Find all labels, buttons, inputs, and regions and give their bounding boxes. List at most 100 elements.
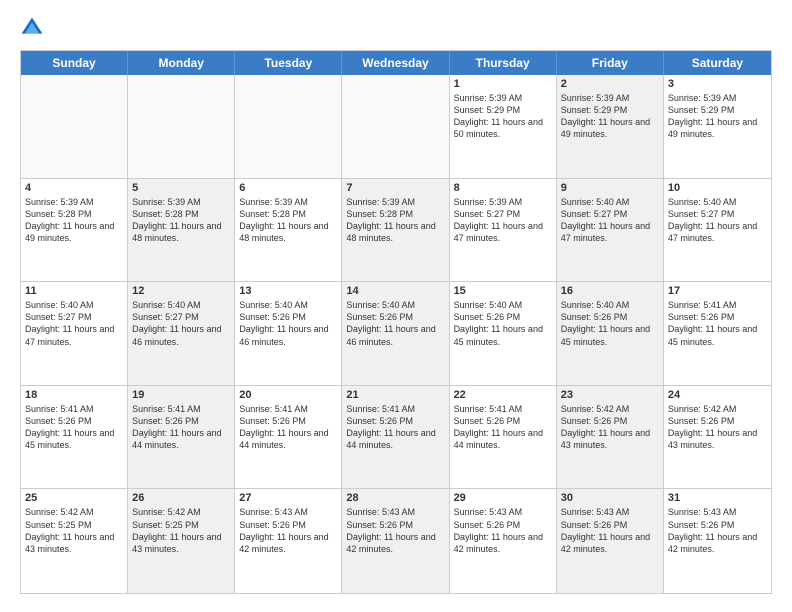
calendar-cell: 9Sunrise: 5:40 AMSunset: 5:27 PMDaylight… xyxy=(557,179,664,282)
day-number: 20 xyxy=(239,389,337,401)
logo-icon xyxy=(20,16,44,40)
calendar-cell: 24 Sunrise: 5:42 AMSunset: 5:26 PMDayligh… xyxy=(664,386,771,489)
cell-text: Sunrise: 5:40 AMSunset: 5:26 PMDaylight:… xyxy=(346,299,444,348)
cell-text: Sunrise: 5:41 AMSunset: 5:26 PMDaylight:… xyxy=(346,403,444,452)
day-number: 29 xyxy=(454,492,552,504)
day-header-wednesday: Wednesday xyxy=(342,51,449,75)
cell-text: Sunrise: 5:39 AMSunset: 5:28 PMDaylight:… xyxy=(25,196,123,245)
cell-text: Sunrise: 5:40 AMSunset: 5:27 PMDaylight:… xyxy=(25,299,123,348)
cell-text: Sunrise: 5:43 AMSunset: 5:26 PMDaylight:… xyxy=(561,506,659,555)
cell-text: Sunrise: 5:41 AMSunset: 5:26 PMDaylight:… xyxy=(25,403,123,452)
calendar-cell: 3 Sunrise: 5:39 AMSunset: 5:29 PMDaylight… xyxy=(664,75,771,178)
day-number: 31 xyxy=(668,492,767,504)
calendar-cell: 20 Sunrise: 5:41 AMSunset: 5:26 PMDayligh… xyxy=(235,386,342,489)
calendar-cell: 25 Sunrise: 5:42 AMSunset: 5:25 PMDayligh… xyxy=(21,489,128,593)
cell-text: Sunrise: 5:39 AMSunset: 5:29 PMDaylight:… xyxy=(454,92,552,141)
calendar-cell: 8 Sunrise: 5:39 AMSunset: 5:27 PMDaylight… xyxy=(450,179,557,282)
day-number: 19 xyxy=(132,389,230,401)
calendar-cell: 7 Sunrise: 5:39 AMSunset: 5:28 PMDaylight… xyxy=(342,179,449,282)
day-number: 22 xyxy=(454,389,552,401)
day-number: 14 xyxy=(346,285,444,297)
cell-text: Sunrise: 5:40 AMSunset: 5:27 PMDaylight:… xyxy=(132,299,230,348)
day-number: 11 xyxy=(25,285,123,297)
calendar-cell: 19 Sunrise: 5:41 AMSunset: 5:26 PMDayligh… xyxy=(128,386,235,489)
day-number: 28 xyxy=(346,492,444,504)
day-number: 18 xyxy=(25,389,123,401)
calendar-cell: 27 Sunrise: 5:43 AMSunset: 5:26 PMDayligh… xyxy=(235,489,342,593)
day-number: 1 xyxy=(454,78,552,90)
day-number: 30 xyxy=(561,492,659,504)
calendar-cell: 15 Sunrise: 5:40 AMSunset: 5:26 PMDayligh… xyxy=(450,282,557,385)
calendar-cell: 12 Sunrise: 5:40 AMSunset: 5:27 PMDayligh… xyxy=(128,282,235,385)
calendar-row-1: 1 Sunrise: 5:39 AMSunset: 5:29 PMDaylight… xyxy=(21,75,771,179)
calendar-cell: 26Sunrise: 5:42 AMSunset: 5:25 PMDayligh… xyxy=(128,489,235,593)
cell-text: Sunrise: 5:41 AMSunset: 5:26 PMDaylight:… xyxy=(132,403,230,452)
day-number: 13 xyxy=(239,285,337,297)
calendar-cell: 14 Sunrise: 5:40 AMSunset: 5:26 PMDayligh… xyxy=(342,282,449,385)
day-number: 25 xyxy=(25,492,123,504)
calendar-cell: 16 Sunrise: 5:40 AMSunset: 5:26 PMDayligh… xyxy=(557,282,664,385)
cell-text: Sunrise: 5:39 AMSunset: 5:29 PMDaylight:… xyxy=(561,92,659,141)
calendar-row-5: 25 Sunrise: 5:42 AMSunset: 5:25 PMDayligh… xyxy=(21,489,771,593)
cell-text: Sunrise: 5:41 AMSunset: 5:26 PMDaylight:… xyxy=(668,299,767,348)
day-header-saturday: Saturday xyxy=(664,51,771,75)
day-number: 27 xyxy=(239,492,337,504)
day-number: 8 xyxy=(454,182,552,194)
day-number: 3 xyxy=(668,78,767,90)
logo xyxy=(20,16,46,40)
cell-text: Sunrise: 5:40 AMSunset: 5:27 PMDaylight:… xyxy=(668,196,767,245)
calendar: SundayMondayTuesdayWednesdayThursdayFrid… xyxy=(20,50,772,594)
cell-text: Sunrise: 5:43 AMSunset: 5:26 PMDaylight:… xyxy=(239,506,337,555)
cell-text: Sunrise: 5:39 AMSunset: 5:28 PMDaylight:… xyxy=(132,196,230,245)
calendar-cell xyxy=(235,75,342,178)
calendar-cell xyxy=(21,75,128,178)
cell-text: Sunrise: 5:39 AMSunset: 5:29 PMDaylight:… xyxy=(668,92,767,141)
day-number: 24 xyxy=(668,389,767,401)
day-number: 21 xyxy=(346,389,444,401)
day-number: 15 xyxy=(454,285,552,297)
calendar-cell: 11 Sunrise: 5:40 AMSunset: 5:27 PMDayligh… xyxy=(21,282,128,385)
calendar-cell: 5 Sunrise: 5:39 AMSunset: 5:28 PMDaylight… xyxy=(128,179,235,282)
calendar-cell: 18 Sunrise: 5:41 AMSunset: 5:26 PMDayligh… xyxy=(21,386,128,489)
calendar-cell: 23 Sunrise: 5:42 AMSunset: 5:26 PMDayligh… xyxy=(557,386,664,489)
calendar-cell: 22 Sunrise: 5:41 AMSunset: 5:26 PMDayligh… xyxy=(450,386,557,489)
cell-text: Sunrise: 5:40 AMSunset: 5:26 PMDaylight:… xyxy=(239,299,337,348)
day-number: 4 xyxy=(25,182,123,194)
day-number: 7 xyxy=(346,182,444,194)
calendar-cell: 13 Sunrise: 5:40 AMSunset: 5:26 PMDayligh… xyxy=(235,282,342,385)
day-header-friday: Friday xyxy=(557,51,664,75)
cell-text: Sunrise: 5:43 AMSunset: 5:26 PMDaylight:… xyxy=(454,506,552,555)
day-header-monday: Monday xyxy=(128,51,235,75)
cell-text: Sunrise: 5:39 AMSunset: 5:28 PMDaylight:… xyxy=(346,196,444,245)
cell-text: Sunrise: 5:41 AMSunset: 5:26 PMDaylight:… xyxy=(454,403,552,452)
calendar-cell: 28 Sunrise: 5:43 AMSunset: 5:26 PMDayligh… xyxy=(342,489,449,593)
day-number: 12 xyxy=(132,285,230,297)
day-number: 16 xyxy=(561,285,659,297)
day-header-sunday: Sunday xyxy=(21,51,128,75)
day-number: 9 xyxy=(561,182,659,194)
day-header-thursday: Thursday xyxy=(450,51,557,75)
calendar-body: 1 Sunrise: 5:39 AMSunset: 5:29 PMDaylight… xyxy=(21,75,771,593)
cell-text: Sunrise: 5:41 AMSunset: 5:26 PMDaylight:… xyxy=(239,403,337,452)
cell-text: Sunrise: 5:40 AMSunset: 5:26 PMDaylight:… xyxy=(454,299,552,348)
cell-text: Sunrise: 5:42 AMSunset: 5:25 PMDaylight:… xyxy=(132,506,230,555)
cell-text: Sunrise: 5:43 AMSunset: 5:26 PMDaylight:… xyxy=(668,506,767,555)
cell-text: Sunrise: 5:39 AMSunset: 5:28 PMDaylight:… xyxy=(239,196,337,245)
cell-text: Sunrise: 5:42 AMSunset: 5:25 PMDaylight:… xyxy=(25,506,123,555)
cell-text: Sunrise: 5:43 AMSunset: 5:26 PMDaylight:… xyxy=(346,506,444,555)
calendar-cell: 17Sunrise: 5:41 AMSunset: 5:26 PMDayligh… xyxy=(664,282,771,385)
calendar-cell: 29 Sunrise: 5:43 AMSunset: 5:26 PMDayligh… xyxy=(450,489,557,593)
day-number: 2 xyxy=(561,78,659,90)
cell-text: Sunrise: 5:42 AMSunset: 5:26 PMDaylight:… xyxy=(561,403,659,452)
calendar-cell: 21 Sunrise: 5:41 AMSunset: 5:26 PMDayligh… xyxy=(342,386,449,489)
calendar-row-2: 4 Sunrise: 5:39 AMSunset: 5:28 PMDaylight… xyxy=(21,179,771,283)
day-number: 6 xyxy=(239,182,337,194)
day-number: 5 xyxy=(132,182,230,194)
cell-text: Sunrise: 5:40 AMSunset: 5:26 PMDaylight:… xyxy=(561,299,659,348)
day-number: 23 xyxy=(561,389,659,401)
calendar-cell xyxy=(342,75,449,178)
calendar-row-4: 18 Sunrise: 5:41 AMSunset: 5:26 PMDayligh… xyxy=(21,386,771,490)
calendar-cell: 10Sunrise: 5:40 AMSunset: 5:27 PMDayligh… xyxy=(664,179,771,282)
cell-text: Sunrise: 5:42 AMSunset: 5:26 PMDaylight:… xyxy=(668,403,767,452)
cell-text: Sunrise: 5:39 AMSunset: 5:27 PMDaylight:… xyxy=(454,196,552,245)
